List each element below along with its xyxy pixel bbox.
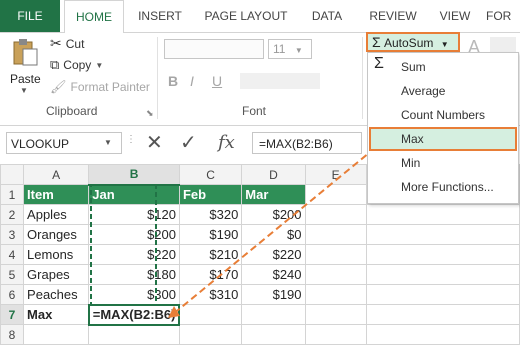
autosum-dropdown-menu: Σ Sum Average Count Numbers Max Min More… [367,52,519,204]
menu-item-count-numbers[interactable]: Count Numbers [369,103,517,127]
menu-item-average[interactable]: Average [369,79,517,103]
menu-item-min[interactable]: Min [369,151,517,175]
arrow-head-icon [168,306,180,318]
menu-item-sum[interactable]: Sum [369,55,517,79]
menu-item-max[interactable]: Max [369,127,517,151]
arrow-max-to-cell [171,147,376,316]
range-selection-marquee [90,184,157,306]
menu-item-more-functions[interactable]: More Functions... [369,175,517,199]
